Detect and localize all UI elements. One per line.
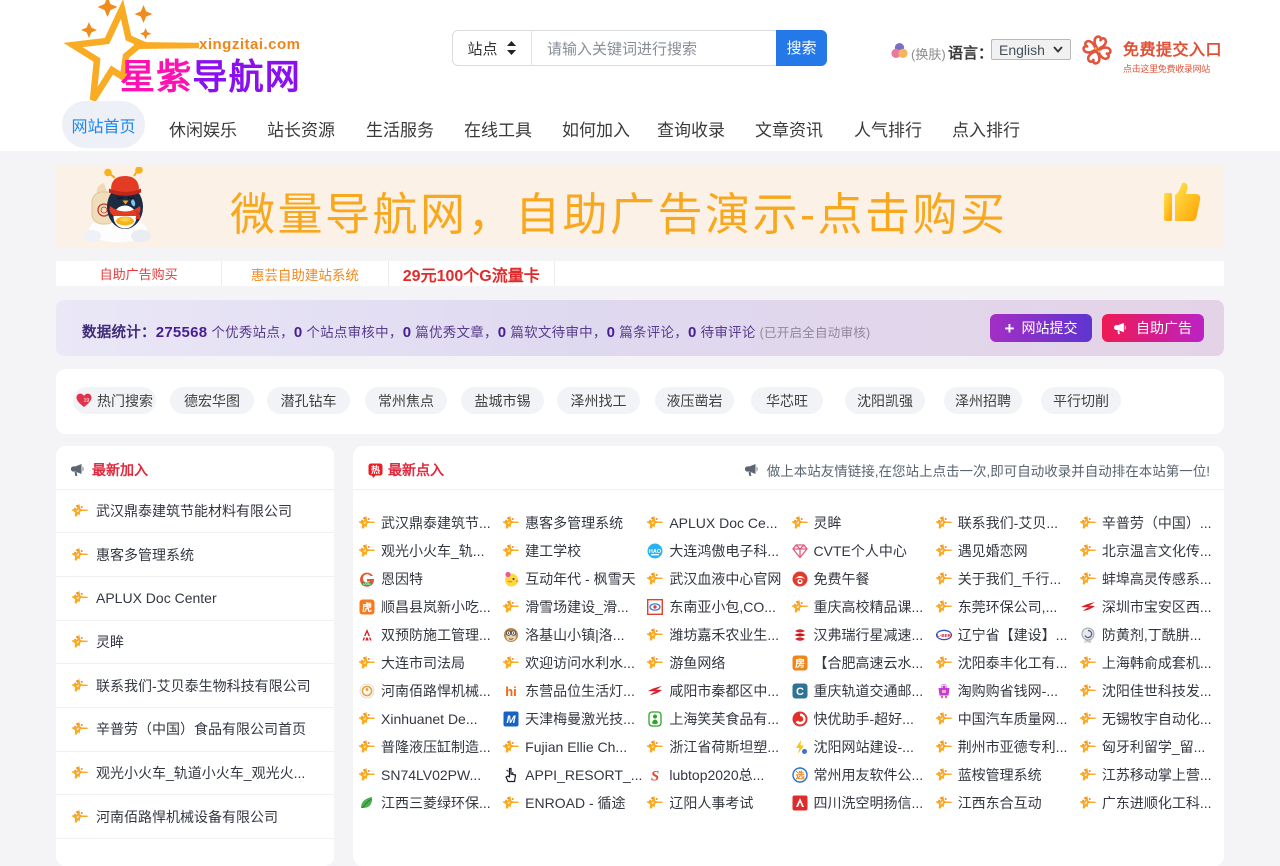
svg-text:19: 19 bbox=[84, 398, 90, 404]
svg-text:选: 选 bbox=[795, 770, 804, 781]
svg-text:热: 热 bbox=[371, 464, 380, 475]
svg-text:sinar: sinar bbox=[1084, 639, 1092, 643]
svg-text:hi: hi bbox=[505, 684, 517, 699]
svg-text:S: S bbox=[651, 769, 659, 784]
svg-text:L-BER: L-BER bbox=[937, 633, 951, 638]
svg-text:ENIIIE: ENIIIE bbox=[363, 582, 371, 586]
svg-text:M: M bbox=[507, 714, 517, 726]
svg-text:C: C bbox=[796, 686, 804, 698]
svg-text:虎: 虎 bbox=[362, 601, 372, 614]
svg-text:房: 房 bbox=[795, 657, 805, 670]
